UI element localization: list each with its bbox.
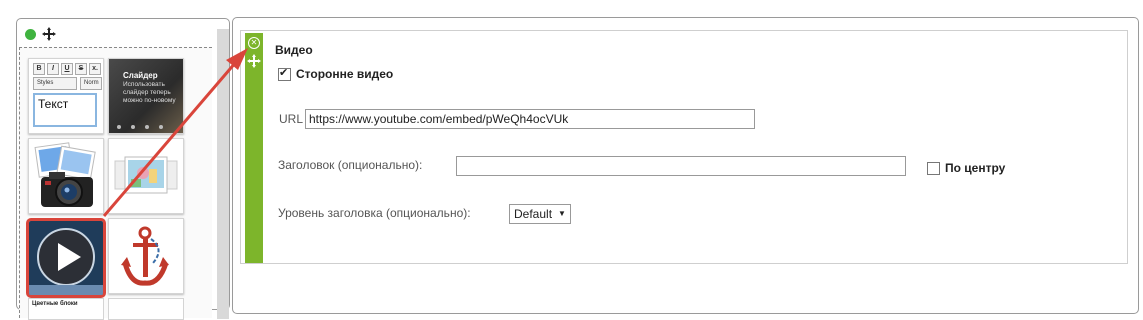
gallery-icon [114,156,178,194]
underline-button: U [61,63,73,75]
anchor-block-tile[interactable] [108,218,184,294]
third-party-checkbox[interactable] [278,66,291,81]
heading-level-value: Default [514,207,553,221]
center-checkbox[interactable] [927,161,940,175]
block-title: Видео [275,43,313,57]
url-label: URL [279,112,304,126]
image-block-tile[interactable] [28,138,104,214]
play-video-icon [29,221,103,295]
slider-dot [145,125,149,129]
more-format-button: x. [89,63,101,75]
move-handle-icon[interactable] [247,54,261,68]
slider-dot [131,125,135,129]
move-icon[interactable] [42,27,56,41]
palette-grid: B I U S x. Styles Norm Текст Слайдер Исп… [19,47,212,320]
palette-scrollbar[interactable] [217,29,229,319]
bold-button: B [33,63,45,75]
heading-level-select[interactable]: Default ▼ [509,204,571,224]
styles-select: Styles [33,77,77,90]
status-dot-icon [25,28,36,40]
format-select: Norm [80,77,102,90]
slider-dots [117,125,163,129]
dropdown-arrow-icon: ▼ [558,209,566,218]
slider-dot [117,125,121,129]
slider-subtitle: Использовать слайдер теперь можно по-нов… [123,81,176,104]
close-icon[interactable]: ✕ [248,37,260,49]
palette-header [25,27,56,41]
third-party-video-option[interactable]: Сторонне видео [278,66,394,81]
colored-blocks-label: Цветные блоки [32,301,78,307]
heading-input[interactable] [456,156,906,176]
slider-block-tile[interactable]: Слайдер Использовать слайдер теперь можн… [108,58,184,134]
block-side-bar: ✕ [245,33,263,263]
slider-dot [159,125,163,129]
italic-button: I [47,63,59,75]
editor-style-row: Styles Norm [33,77,102,90]
strike-button: S [75,63,87,75]
gallery-block-tile[interactable] [108,138,184,214]
slider-title: Слайдер [123,71,158,80]
third-party-label: Сторонне видео [296,67,394,81]
editor-toolbar: B I U S x. [33,63,101,75]
editor-text-area: Текст [33,93,97,127]
block-palette-panel: B I U S x. Styles Norm Текст Слайдер Исп… [16,18,230,320]
camera-photo-icon [34,142,96,207]
colored-blocks-tile[interactable]: Цветные блоки [28,298,104,320]
next-block-tile[interactable] [108,298,184,320]
url-input[interactable]: https://www.youtube.com/embed/pWeQh4ocVU… [305,109,755,129]
text-block-tile[interactable]: B I U S x. Styles Norm Текст [28,58,104,134]
anchor-icon [121,226,169,286]
heading-label: Заголовок (опционально): [278,158,423,172]
center-label: По центру [945,161,1006,175]
center-option[interactable]: По центру [927,161,1005,175]
heading-level-label: Уровень заголовка (опционально): [278,206,471,220]
video-settings-card [240,30,1128,264]
video-block-tile[interactable] [26,218,106,298]
